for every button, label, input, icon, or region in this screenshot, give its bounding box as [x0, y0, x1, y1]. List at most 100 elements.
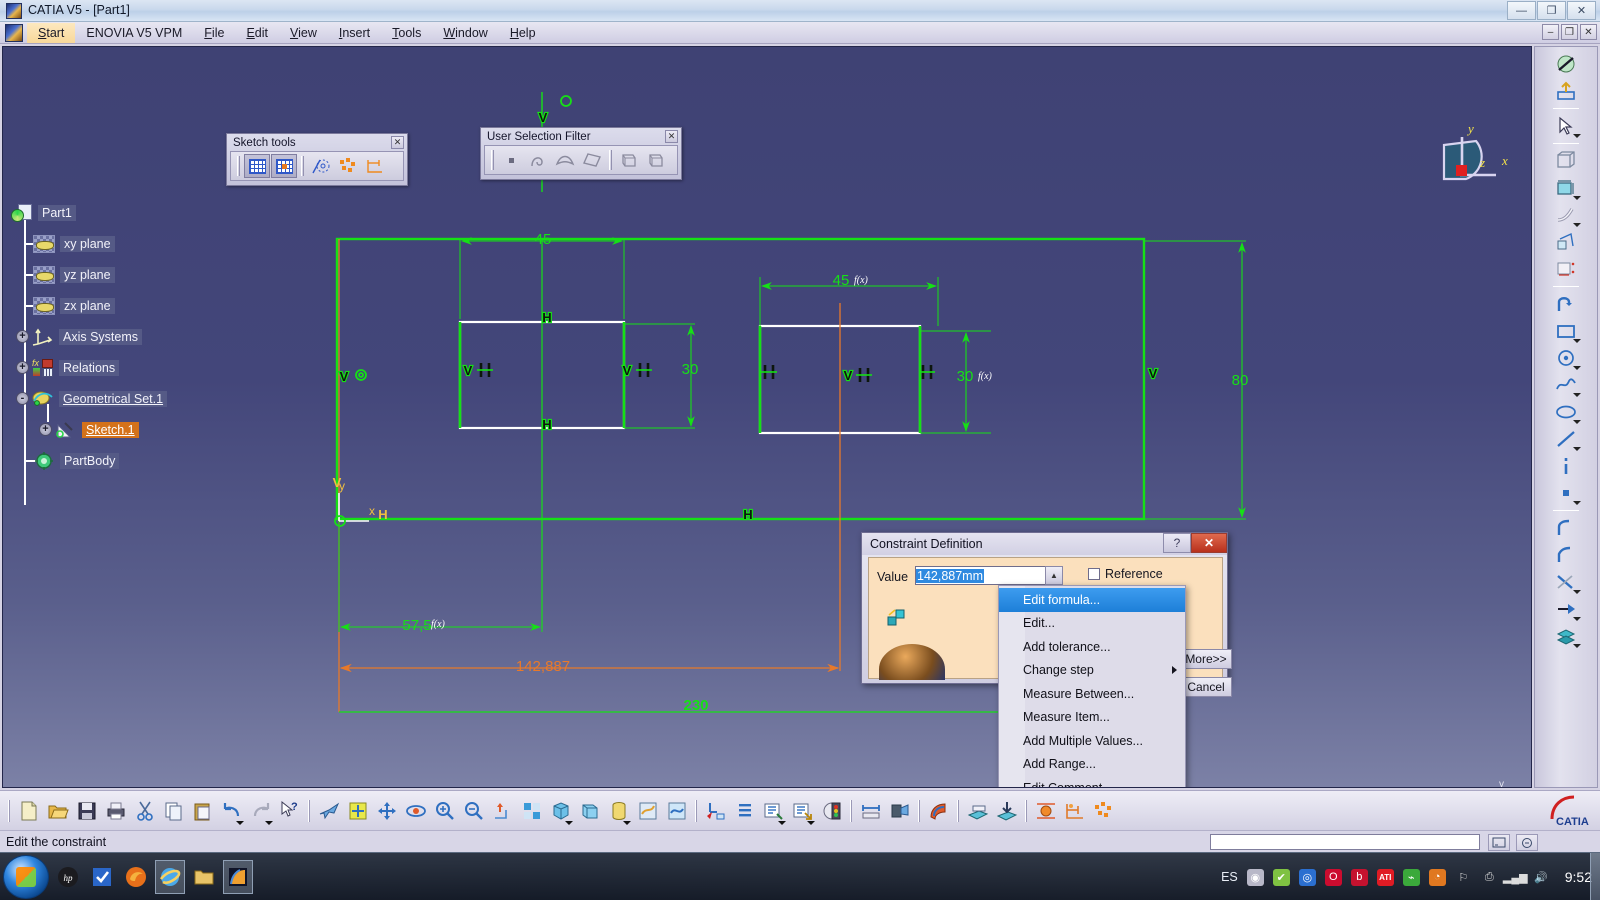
pan-icon[interactable]	[372, 796, 401, 826]
fit-all-in-icon[interactable]	[343, 796, 372, 826]
measure-item-icon[interactable]	[885, 796, 914, 826]
toolbar-grip[interactable]	[301, 156, 304, 176]
undo-icon[interactable]	[217, 796, 246, 826]
normal-view-icon[interactable]	[488, 796, 517, 826]
constraints-defined-icon[interactable]	[1060, 796, 1089, 826]
value-input[interactable]: 142,887mm	[915, 566, 1055, 585]
dimensional-constraints-icon[interactable]	[362, 154, 388, 178]
menu-item-edit[interactable]: Edit	[235, 23, 279, 43]
tree-item-axis-systems[interactable]: + Axis Systems	[11, 321, 231, 352]
render-style-icon[interactable]	[662, 796, 691, 826]
tree-expand-icon[interactable]	[730, 796, 759, 826]
show-desktop-button[interactable]	[1590, 853, 1600, 900]
ati-catalyst-icon[interactable]: ATI	[1376, 868, 1394, 886]
tree-item-partbody[interactable]: PartBody	[11, 445, 231, 476]
ellipse-icon[interactable]	[1551, 399, 1581, 425]
explorer-folder-icon[interactable]	[189, 860, 219, 894]
context-menu-item-add-range[interactable]: Add Range...	[999, 753, 1185, 777]
axis-icon[interactable]	[1551, 453, 1581, 479]
exit-workbench-icon[interactable]	[1551, 78, 1581, 104]
cut-icon[interactable]	[130, 796, 159, 826]
menu-item-enovia[interactable]: ENOVIA V5 VPM	[75, 23, 193, 43]
draft-icon[interactable]	[1551, 229, 1581, 255]
restore-button[interactable]: ❐	[1537, 1, 1566, 20]
menu-item-file[interactable]: File	[193, 23, 235, 43]
update-icon[interactable]	[1551, 51, 1581, 77]
checkmark-app-icon[interactable]	[87, 860, 117, 894]
tree-reframe-icon[interactable]	[788, 796, 817, 826]
measure-between-icon[interactable]	[856, 796, 885, 826]
menu-item-insert[interactable]: Insert	[328, 23, 381, 43]
circle-icon[interactable]	[1551, 345, 1581, 371]
zoom-out-icon[interactable]	[459, 796, 488, 826]
fillet-icon[interactable]	[1551, 202, 1581, 228]
multi-view-icon[interactable]	[517, 796, 546, 826]
animate-constraint-icon[interactable]	[1089, 796, 1118, 826]
spiral-app-icon[interactable]: ◎	[1298, 868, 1316, 886]
internet-explorer-icon[interactable]	[155, 859, 185, 894]
plane-filter-icon[interactable]	[579, 148, 605, 172]
print-icon[interactable]	[101, 796, 130, 826]
reference-checkbox[interactable]	[1088, 568, 1100, 580]
toolbar-grip[interactable]	[609, 150, 612, 170]
shell-icon[interactable]	[1551, 256, 1581, 282]
beats-audio-icon[interactable]: b	[1350, 868, 1368, 886]
spline-icon[interactable]	[1551, 372, 1581, 398]
toolbar-grip[interactable]	[8, 799, 10, 822]
specification-tree[interactable]: Part1 xy plane yz plane zx plane + Axis …	[11, 197, 231, 505]
firefox-icon[interactable]	[121, 860, 151, 894]
corner-icon[interactable]	[1551, 515, 1581, 541]
context-menu-item-measure-item[interactable]: Measure Item...	[999, 706, 1185, 730]
collapse-minus-icon[interactable]: -	[16, 392, 29, 405]
sketcher-icon[interactable]	[963, 796, 992, 826]
security-shield-icon[interactable]: ✔	[1272, 868, 1290, 886]
context-menu-item-add-multiple-values[interactable]: Add Multiple Values...	[999, 729, 1185, 753]
language-indicator[interactable]: ES	[1221, 870, 1238, 884]
copy-icon[interactable]	[159, 796, 188, 826]
pad-icon[interactable]	[1551, 148, 1581, 174]
taskbar-clock[interactable]: 9:52	[1565, 869, 1592, 885]
cylinder-view-icon[interactable]	[604, 796, 633, 826]
save-icon[interactable]	[72, 796, 101, 826]
point-filter-icon[interactable]	[498, 148, 524, 172]
fly-mode-icon[interactable]	[314, 796, 343, 826]
menu-item-window[interactable]: Window	[432, 23, 498, 43]
document-close-button[interactable]: ✕	[1580, 24, 1597, 40]
rectangle-icon[interactable]	[1551, 318, 1581, 344]
compass-widget[interactable]: y x z	[1418, 107, 1528, 202]
isometric-view-icon[interactable]	[546, 796, 575, 826]
tree-item-zx-plane[interactable]: zx plane	[11, 290, 231, 321]
help-button[interactable]: ?	[1163, 533, 1191, 553]
tree-item-part1[interactable]: Part1	[11, 197, 231, 228]
more-button[interactable]: More>>	[1180, 649, 1232, 669]
solid-filter-icon[interactable]	[616, 148, 642, 172]
mirror-icon[interactable]	[1551, 596, 1581, 622]
context-menu-item-add-tolerance[interactable]: Add tolerance...	[999, 635, 1185, 659]
open-document-icon[interactable]	[43, 796, 72, 826]
opera-mail-icon[interactable]: ◔	[1428, 868, 1446, 886]
traffic-light-icon[interactable]	[817, 796, 846, 826]
hp-support-icon[interactable]: hp	[53, 860, 83, 894]
volume-icon[interactable]: 🔊	[1533, 869, 1550, 886]
line-icon[interactable]	[1551, 426, 1581, 452]
sketch-tools-toolbar[interactable]: Sketch tools ✕	[226, 133, 408, 186]
apply-material-icon[interactable]	[924, 796, 953, 826]
context-menu-item-edit-formula[interactable]: Edit formula...	[999, 588, 1185, 612]
windows-taskbar[interactable]: hp ES ◉ ✔ ◎ O b ATI ⌁ ◔ ⚐ ⎙ ▂▄▆ 🔊 9:52	[0, 852, 1600, 900]
opera-icon[interactable]: O	[1324, 868, 1342, 886]
construction-standard-element-icon[interactable]	[308, 154, 334, 178]
removable-device-icon[interactable]: ⎙	[1481, 869, 1498, 886]
tree-item-xy-plane[interactable]: xy plane	[11, 228, 231, 259]
command-input[interactable]	[1210, 834, 1480, 850]
close-button[interactable]: ✕	[1191, 533, 1227, 553]
close-icon[interactable]: ✕	[665, 130, 678, 143]
new-document-icon[interactable]	[14, 796, 43, 826]
redo-icon[interactable]	[246, 796, 275, 826]
context-menu-item-measure-between[interactable]: Measure Between...	[999, 682, 1185, 706]
knowledge-icon[interactable]	[1516, 834, 1538, 851]
context-menu-item-edit-comment[interactable]: Edit Comment...	[999, 776, 1185, 787]
exit-workbench-icon[interactable]	[992, 796, 1021, 826]
menu-item-tools[interactable]: Tools	[381, 23, 432, 43]
cancel-button[interactable]: Cancel	[1180, 677, 1232, 697]
tree-item-sketch1[interactable]: + Sketch.1	[11, 404, 231, 445]
